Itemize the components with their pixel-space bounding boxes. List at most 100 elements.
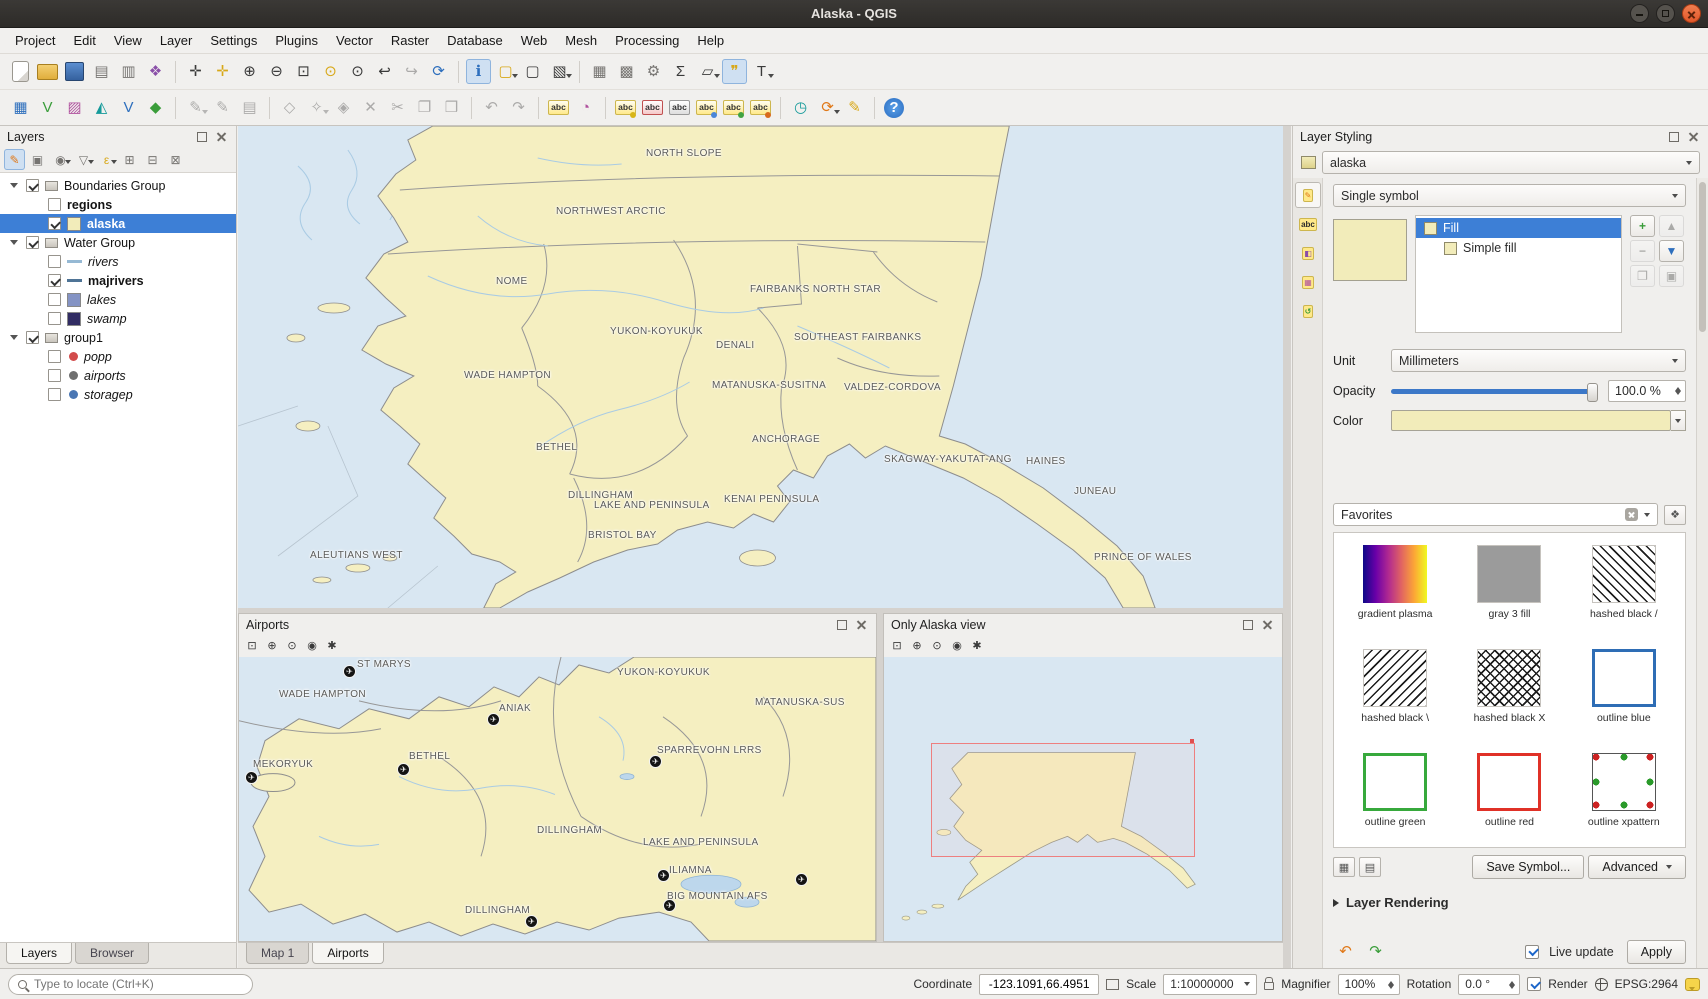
view-settings-icon[interactable]: ◉ bbox=[303, 637, 321, 655]
list-view-toggle[interactable]: ▤ bbox=[1359, 857, 1381, 877]
zoom-full-icon[interactable]: ⊡ bbox=[291, 59, 316, 84]
menu-settings[interactable]: Settings bbox=[201, 29, 266, 52]
field-calculator-icon[interactable]: ▩ bbox=[614, 59, 639, 84]
current-edits-icon[interactable]: ✎ bbox=[183, 95, 208, 120]
symbol-outline-green[interactable]: outline green bbox=[1338, 753, 1452, 845]
modify-attributes-icon[interactable]: ◈ bbox=[331, 95, 356, 120]
filter-by-expression-icon[interactable]: ε bbox=[96, 149, 117, 170]
remove-symbol-layer-icon[interactable]: − bbox=[1630, 240, 1655, 262]
tab-airports[interactable]: Airports bbox=[312, 943, 383, 964]
symbol-outline-red[interactable]: outline red bbox=[1452, 753, 1566, 845]
zoom-to-layer-icon[interactable]: ⊙ bbox=[928, 637, 946, 655]
symbol-gradient-plasma[interactable]: gradient plasma bbox=[1338, 545, 1452, 637]
add-vector-layer-icon[interactable]: V bbox=[35, 95, 60, 120]
spin-arrows-icon[interactable] bbox=[1507, 978, 1516, 991]
identify-features-icon[interactable]: ℹ bbox=[466, 59, 491, 84]
crs-icon[interactable] bbox=[1595, 978, 1608, 991]
locate-input[interactable] bbox=[34, 977, 243, 991]
style-manager-icon[interactable]: ❖ bbox=[1664, 505, 1686, 525]
redo-icon[interactable]: ↷ bbox=[506, 95, 531, 120]
add-group-icon[interactable]: ▣ bbox=[27, 149, 48, 170]
zoom-full-icon[interactable]: ⊡ bbox=[243, 637, 261, 655]
new-geopackage-layer-icon[interactable]: ◆ bbox=[143, 95, 168, 120]
maximize-button[interactable] bbox=[1656, 4, 1675, 23]
color-dropdown-button[interactable] bbox=[1671, 410, 1686, 431]
zoom-next-icon[interactable]: ↪ bbox=[399, 59, 424, 84]
zoom-out-icon[interactable]: ⊖ bbox=[264, 59, 289, 84]
move-down-icon[interactable]: ▼ bbox=[1659, 240, 1684, 262]
open-layer-styling-icon[interactable]: ✎ bbox=[4, 149, 25, 170]
move-up-icon[interactable]: ▲ bbox=[1659, 215, 1684, 237]
layer-visibility-checkbox[interactable] bbox=[26, 179, 39, 192]
layer-item-rivers[interactable]: rivers bbox=[0, 252, 236, 271]
menu-mesh[interactable]: Mesh bbox=[556, 29, 606, 52]
pan-to-selection-icon[interactable]: ✛ bbox=[210, 59, 235, 84]
menu-project[interactable]: Project bbox=[6, 29, 64, 52]
scrollbar-thumb[interactable] bbox=[1699, 182, 1706, 332]
layer-item-swamp[interactable]: swamp bbox=[0, 309, 236, 328]
history-tab-icon[interactable]: ↺ bbox=[1295, 298, 1321, 324]
lock-symbol-color-icon[interactable]: ▣ bbox=[1659, 265, 1684, 287]
layer-item-water-group[interactable]: Water Group bbox=[0, 233, 236, 252]
pan-map-icon[interactable]: ✛ bbox=[183, 59, 208, 84]
layer-item-popp[interactable]: popp bbox=[0, 347, 236, 366]
opacity-slider[interactable] bbox=[1391, 389, 1596, 394]
change-label-icon[interactable]: abc bbox=[748, 95, 773, 120]
close-panel-icon[interactable] bbox=[854, 617, 869, 632]
edit-annotations-icon[interactable]: ✎ bbox=[842, 95, 867, 120]
airports-map-canvas[interactable]: ST MARYS YUKON-KOYUKUK WADE HAMPTON ANIA… bbox=[239, 657, 876, 941]
scale-combo[interactable]: 1:10000000 bbox=[1163, 974, 1257, 995]
close-panel-icon[interactable] bbox=[214, 129, 229, 144]
filter-legend-icon[interactable]: ▽ bbox=[73, 149, 94, 170]
main-map-canvas[interactable]: NORTH SLOPE NORTHWEST ARCTIC NOME FAIRBA… bbox=[238, 126, 1283, 608]
layer-item-alaska[interactable]: alaska bbox=[0, 214, 236, 233]
zoom-to-layer-icon[interactable]: ⊙ bbox=[283, 637, 301, 655]
deselect-features-icon[interactable]: ▢ bbox=[520, 59, 545, 84]
expand-all-icon[interactable]: ⊞ bbox=[119, 149, 140, 170]
statistical-summary-icon[interactable]: Σ bbox=[668, 59, 693, 84]
vertex-tool-icon[interactable]: ✧ bbox=[304, 95, 329, 120]
cut-features-icon[interactable]: ✂ bbox=[385, 95, 410, 120]
add-symbol-layer-icon[interactable]: + bbox=[1630, 215, 1655, 237]
spin-arrows-icon[interactable] bbox=[1387, 978, 1396, 991]
close-button[interactable] bbox=[1682, 4, 1701, 23]
symbol-root-item[interactable]: Fill bbox=[1416, 218, 1621, 238]
clear-filter-icon[interactable] bbox=[1625, 508, 1638, 521]
refresh-layers-icon[interactable]: ⟳ bbox=[815, 95, 840, 120]
symbol-type-combo[interactable]: Single symbol bbox=[1333, 184, 1686, 207]
minimize-button[interactable] bbox=[1630, 4, 1649, 23]
menu-plugins[interactable]: Plugins bbox=[266, 29, 327, 52]
collapse-all-icon[interactable]: ⊟ bbox=[142, 149, 163, 170]
configure-view-icon[interactable]: ✱ bbox=[323, 637, 341, 655]
layer-visibility-checkbox[interactable] bbox=[48, 274, 61, 287]
add-raster-layer-icon[interactable]: ▨ bbox=[62, 95, 87, 120]
delete-selected-icon[interactable]: ✕ bbox=[358, 95, 383, 120]
refresh-map-icon[interactable]: ⟳ bbox=[426, 59, 451, 84]
apply-button[interactable]: Apply bbox=[1627, 940, 1686, 964]
save-symbol-button[interactable]: Save Symbol... bbox=[1472, 855, 1584, 879]
symbol-hashed-black-fwd[interactable]: hashed black / bbox=[1567, 545, 1681, 637]
layer-item-group1[interactable]: group1 bbox=[0, 328, 236, 347]
temporal-controller-icon[interactable]: ◷ bbox=[788, 95, 813, 120]
opacity-spin[interactable]: 100.0 % bbox=[1608, 380, 1686, 402]
float-panel-icon[interactable] bbox=[1240, 617, 1255, 632]
layer-rendering-section[interactable]: Layer Rendering bbox=[1333, 895, 1686, 910]
symbol-hashed-black-back[interactable]: hashed black \ bbox=[1338, 649, 1452, 741]
symbol-layer-item[interactable]: Simple fill bbox=[1416, 238, 1621, 258]
styling-layer-combo[interactable]: alaska bbox=[1322, 151, 1700, 174]
render-checkbox[interactable] bbox=[1527, 977, 1541, 991]
show-layout-manager-icon[interactable]: ▥ bbox=[116, 59, 141, 84]
fill-color-button[interactable] bbox=[1391, 410, 1671, 431]
float-panel-icon[interactable] bbox=[194, 129, 209, 144]
configure-view-icon[interactable]: ✱ bbox=[968, 637, 986, 655]
zoom-in-icon[interactable]: ⊕ bbox=[237, 59, 262, 84]
menu-edit[interactable]: Edit bbox=[64, 29, 104, 52]
menu-database[interactable]: Database bbox=[438, 29, 512, 52]
unit-combo[interactable]: Millimeters bbox=[1391, 349, 1686, 372]
layer-visibility-checkbox[interactable] bbox=[26, 236, 39, 249]
move-label-icon[interactable]: abc bbox=[694, 95, 719, 120]
rotation-spin[interactable]: 0.0 ° bbox=[1458, 974, 1520, 995]
styling-scrollbar[interactable] bbox=[1696, 178, 1708, 968]
copy-features-icon[interactable]: ❐ bbox=[412, 95, 437, 120]
layer-item-airports[interactable]: airports bbox=[0, 366, 236, 385]
